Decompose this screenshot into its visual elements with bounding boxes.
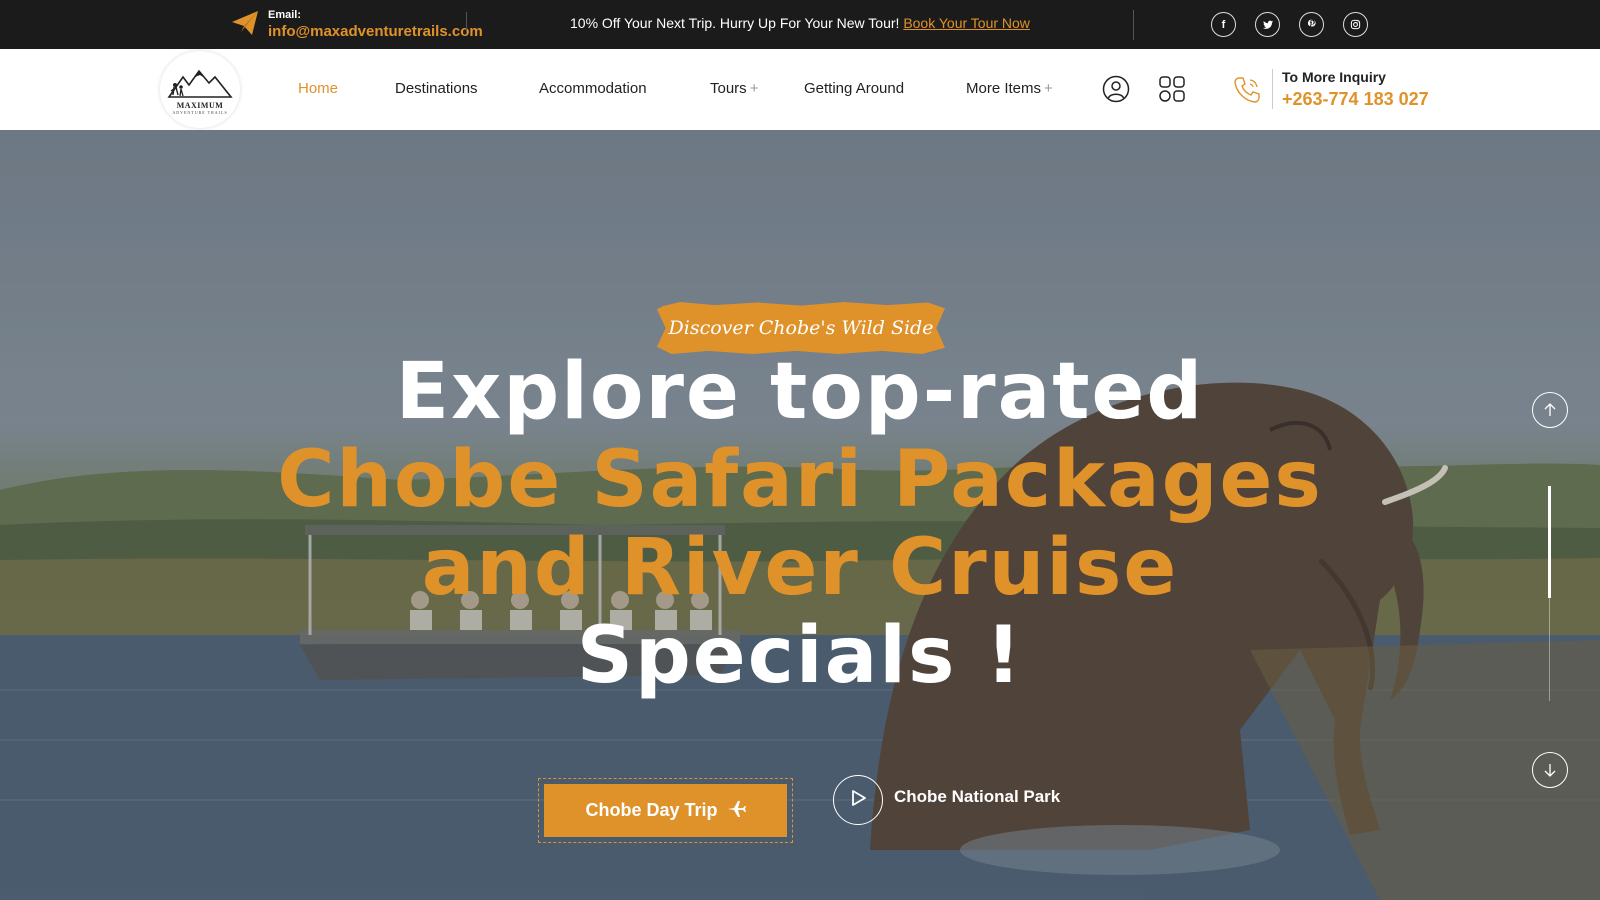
submenu-plus-icon: + — [1044, 80, 1053, 97]
email-label: Email: — [268, 9, 302, 21]
hero-section: Discover Chobe's Wild Side Explore top-r… — [0, 130, 1600, 900]
headline-line-3: and River Cruise — [421, 523, 1179, 613]
nav-item-home[interactable]: Home — [298, 80, 338, 97]
email-block[interactable]: Email: info@maxadventuretrails.com — [230, 8, 483, 43]
divider — [466, 12, 467, 34]
nav-item-label: Tours — [710, 80, 747, 97]
chobe-day-trip-button[interactable]: Chobe Day Trip — [544, 784, 787, 837]
instagram-icon[interactable] — [1343, 12, 1368, 37]
nav-item-label: Getting Around — [804, 80, 905, 97]
headline-line-4: Specials ! — [576, 611, 1024, 701]
divider — [1133, 10, 1134, 40]
site-logo[interactable]: MAXIMUM ADVENTURE TRAILS — [160, 51, 240, 128]
book-tour-link[interactable]: Book Your Tour Now — [903, 15, 1030, 31]
mountain-logo-icon — [167, 69, 233, 98]
arrow-up-icon[interactable] — [1532, 392, 1568, 428]
arrow-down-icon[interactable] — [1532, 752, 1568, 788]
facebook-icon[interactable]: f — [1211, 12, 1236, 37]
nav-item-getting-around[interactable]: Getting Around — [804, 80, 904, 97]
button-label: Chobe Day Trip — [585, 800, 718, 820]
top-bar: Email: info@maxadventuretrails.com 10% O… — [0, 0, 1600, 49]
nav-item-label: Destinations — [395, 80, 478, 97]
nav-item-destinations[interactable]: Destinations — [395, 80, 478, 97]
submenu-plus-icon: + — [749, 80, 759, 97]
hero-tagline: Discover Chobe's Wild Side — [668, 317, 934, 339]
nav-item-label: Accommodation — [539, 80, 647, 97]
nav-item-tours[interactable]: Tours + — [710, 80, 758, 97]
hero-headline: Explore top-rated Chobe Safari Packages … — [0, 348, 1600, 700]
day-trip-button-frame: Chobe Day Trip — [538, 778, 793, 843]
video-label[interactable]: Chobe National Park — [894, 787, 1060, 807]
email-link[interactable]: info@maxadventuretrails.com — [268, 22, 483, 42]
paper-plane-icon — [230, 8, 260, 43]
pinterest-icon[interactable] — [1299, 12, 1324, 37]
nav-item-more-items[interactable]: More Items + — [966, 80, 1053, 97]
headline-line-2: Chobe Safari Packages — [277, 435, 1323, 525]
logo-subtext: ADVENTURE TRAILS — [172, 109, 228, 115]
play-video-button[interactable] — [833, 775, 883, 825]
inquiry-phone-link[interactable]: +263-774 183 027 — [1282, 89, 1429, 110]
headline-line-1: Explore top-rated — [395, 347, 1205, 437]
hero-scroll-indicator[interactable] — [1548, 486, 1551, 598]
twitter-icon[interactable] — [1255, 12, 1280, 37]
inquiry-label: To More Inquiry — [1282, 69, 1386, 85]
promo-banner: 10% Off Your Next Trip. Hurry Up For You… — [570, 15, 1030, 31]
nav-item-label: More Items — [966, 80, 1042, 97]
social-links: f — [1211, 12, 1368, 37]
plane-icon — [726, 798, 746, 823]
user-icon[interactable] — [1102, 75, 1130, 103]
phone-icon — [1232, 75, 1262, 105]
logo-text: MAXIMUM — [176, 100, 224, 110]
nav-item-accommodation[interactable]: Accommodation — [539, 80, 647, 97]
promo-text: 10% Off Your Next Trip. Hurry Up For You… — [570, 15, 900, 31]
main-header: MAXIMUM ADVENTURE TRAILS Home Destinatio… — [0, 49, 1600, 130]
nav-item-label: Home — [298, 80, 339, 97]
play-icon — [848, 788, 868, 813]
grid-menu-icon[interactable] — [1158, 75, 1186, 103]
divider — [1272, 69, 1273, 109]
